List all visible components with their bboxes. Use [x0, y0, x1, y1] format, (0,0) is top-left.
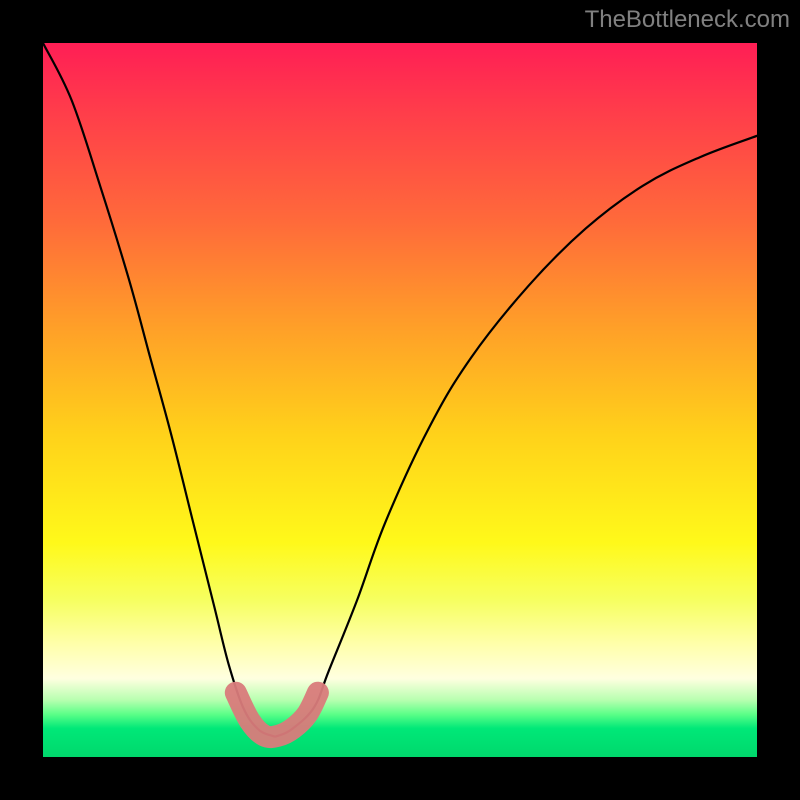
- curve-layer: [43, 43, 757, 757]
- chart-frame: TheBottleneck.com: [0, 0, 800, 800]
- highlight-band: [236, 693, 318, 737]
- attribution-text: TheBottleneck.com: [585, 6, 790, 34]
- bottleneck-curve: [43, 43, 757, 737]
- plot-area: [43, 43, 757, 757]
